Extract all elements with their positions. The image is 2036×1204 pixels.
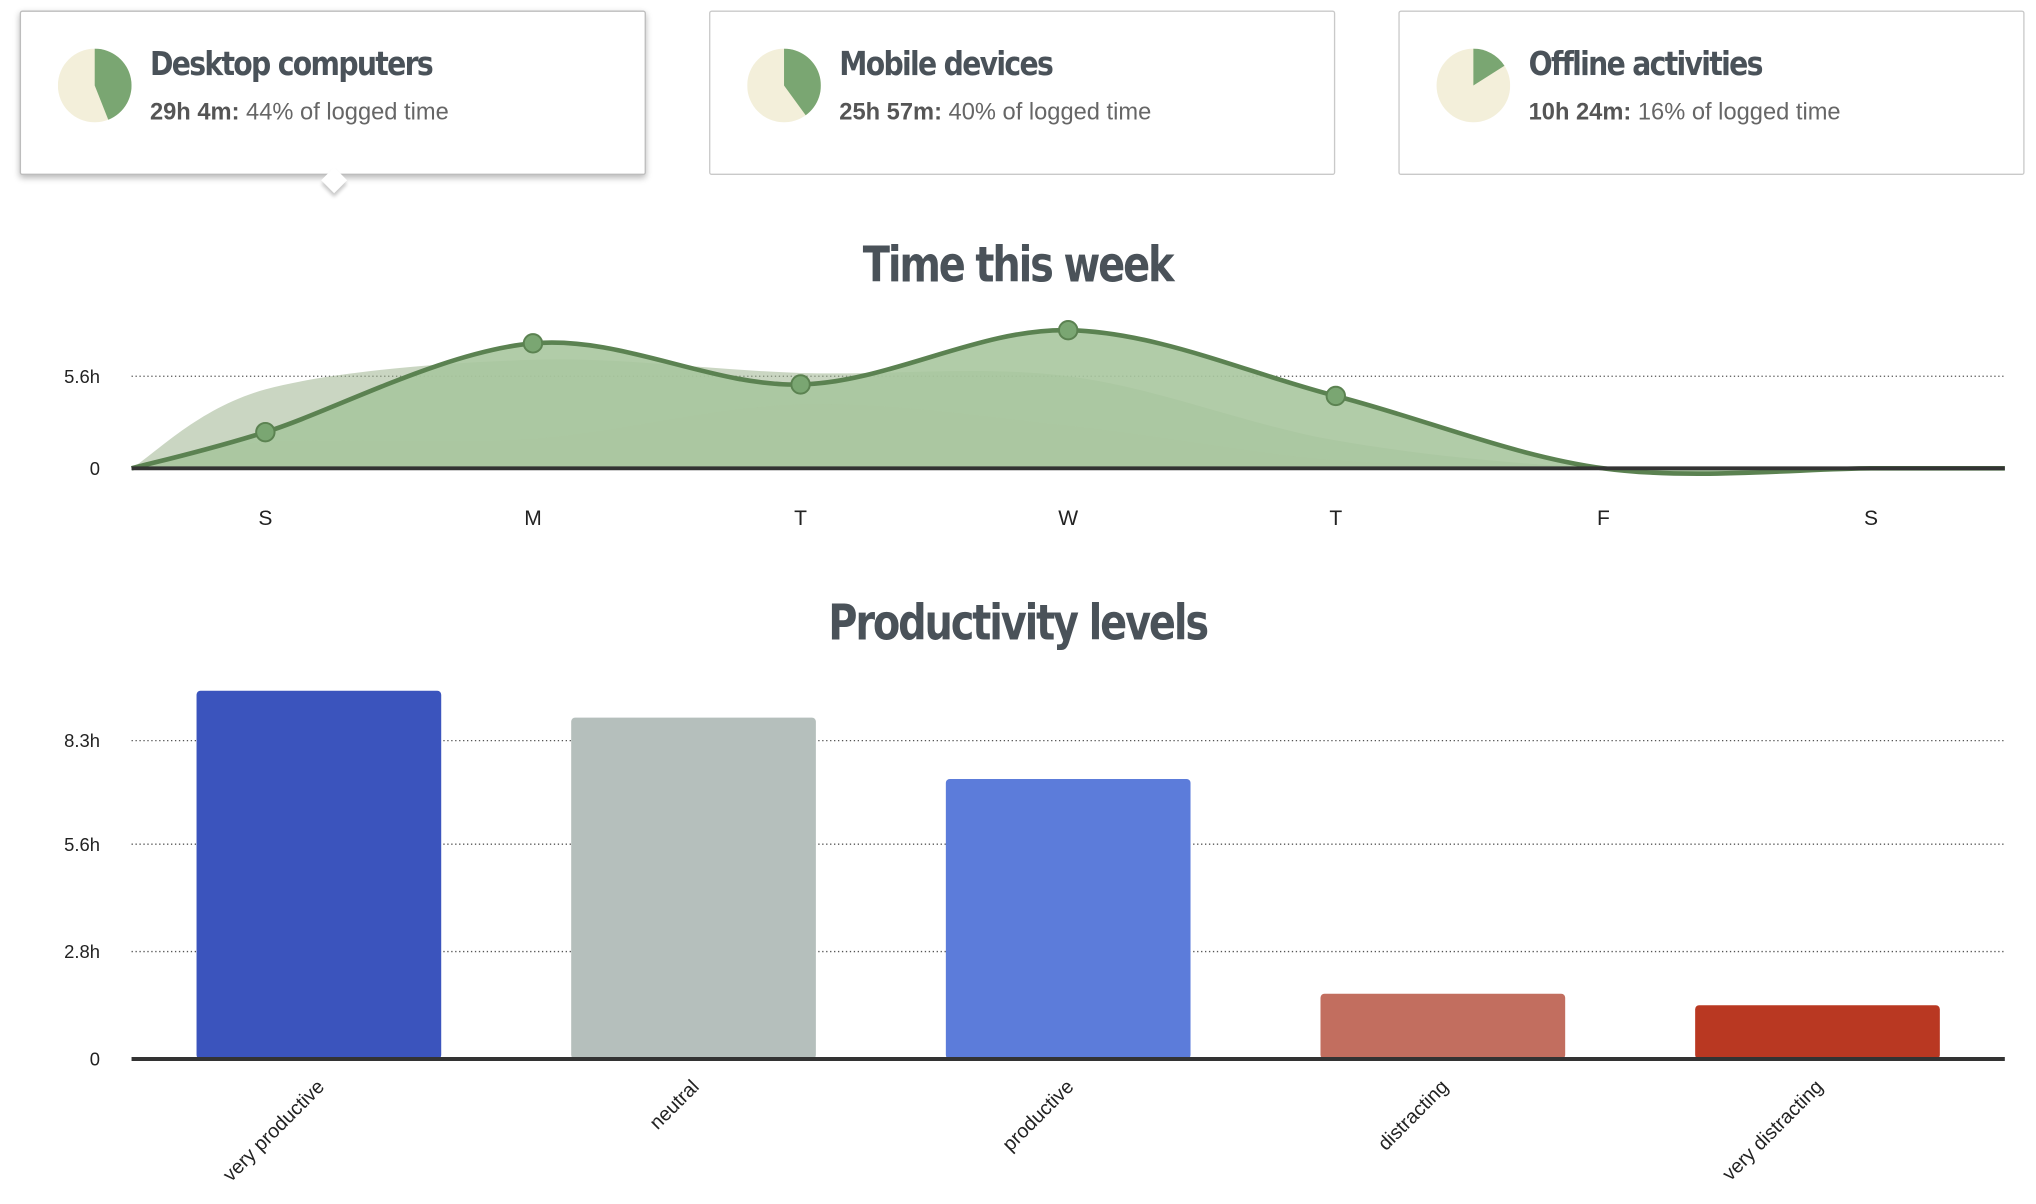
data-point	[790, 374, 811, 395]
x-tick-label: T	[794, 507, 807, 530]
x-tick-label: T	[1329, 507, 1342, 530]
x-tick-label: S	[258, 507, 272, 530]
data-point	[1057, 319, 1079, 341]
productivity-levels-chart: 0 2.8h 5.6h 8.3h very productive neutral produ…	[64, 690, 2005, 1186]
card-subtitle: 25h 57m: 40% of logged time	[839, 99, 1151, 127]
pie-icon	[1436, 48, 1511, 123]
data-point	[255, 421, 276, 443]
x-tick-label: distracting	[1374, 1076, 1453, 1155]
y-tick-label: 5.6h	[64, 834, 100, 855]
dashboard: Desktop computers 29h 4m: 44% of logged …	[0, 0, 2036, 1204]
bar-neutral	[571, 717, 816, 1059]
x-tick-label: S	[1864, 507, 1878, 530]
y-tick-label: 0	[90, 1049, 100, 1070]
x-tick-label: productive	[998, 1076, 1078, 1156]
data-point	[1325, 385, 1346, 407]
area-series-0	[131, 330, 2005, 474]
card-offline-activities[interactable]: Offline activities 10h 24m: 16% of logge…	[1398, 10, 2025, 175]
card-share: 44% of logged time	[246, 98, 449, 125]
pie-icon	[57, 48, 132, 123]
card-duration: 10h 24m:	[1528, 98, 1632, 125]
bar-very-productive	[196, 690, 442, 1059]
card-share: 16% of logged time	[1637, 98, 1841, 125]
y-tick-label: 0	[90, 458, 100, 479]
card-title: Offline activities	[1528, 44, 1764, 83]
card-subtitle: 29h 4m: 44% of logged time	[150, 99, 449, 127]
card-desktop-computers[interactable]: Desktop computers 29h 4m: 44% of logged …	[19, 10, 646, 175]
card-title: Desktop computers	[149, 44, 434, 83]
productivity-chart-title: Productivity levels	[828, 594, 1210, 652]
y-tick-label: 5.6h	[64, 366, 100, 387]
bar-very-distracting	[1695, 1005, 1940, 1059]
bar-distracting	[1320, 993, 1566, 1059]
card-share: 40% of logged time	[948, 98, 1152, 125]
week-chart-title: Time this week	[863, 236, 1175, 294]
y-tick-label: 8.3h	[64, 730, 100, 751]
bar-productive	[945, 778, 1191, 1059]
x-tick-label: neutral	[645, 1076, 703, 1134]
x-tick-label: W	[1058, 507, 1078, 530]
x-tick-label: M	[524, 507, 542, 530]
card-duration: 29h 4m:	[149, 98, 240, 125]
x-tick-label: very productive	[219, 1076, 329, 1186]
card-subtitle: 10h 24m: 16% of logged time	[1529, 99, 1841, 127]
x-tick-label: very distracting	[1718, 1076, 1827, 1185]
pie-icon	[747, 48, 821, 123]
y-tick-label: 2.8h	[64, 941, 100, 962]
time-this-week-chart: 0 5.6h S M T W T F S	[64, 319, 2005, 530]
card-title: Mobile devices	[839, 44, 1054, 83]
data-point	[522, 333, 544, 354]
x-tick-label: F	[1597, 507, 1610, 530]
card-duration: 25h 57m:	[839, 98, 942, 125]
card-mobile-devices[interactable]: Mobile devices 25h 57m: 40% of logged ti…	[709, 10, 1336, 175]
